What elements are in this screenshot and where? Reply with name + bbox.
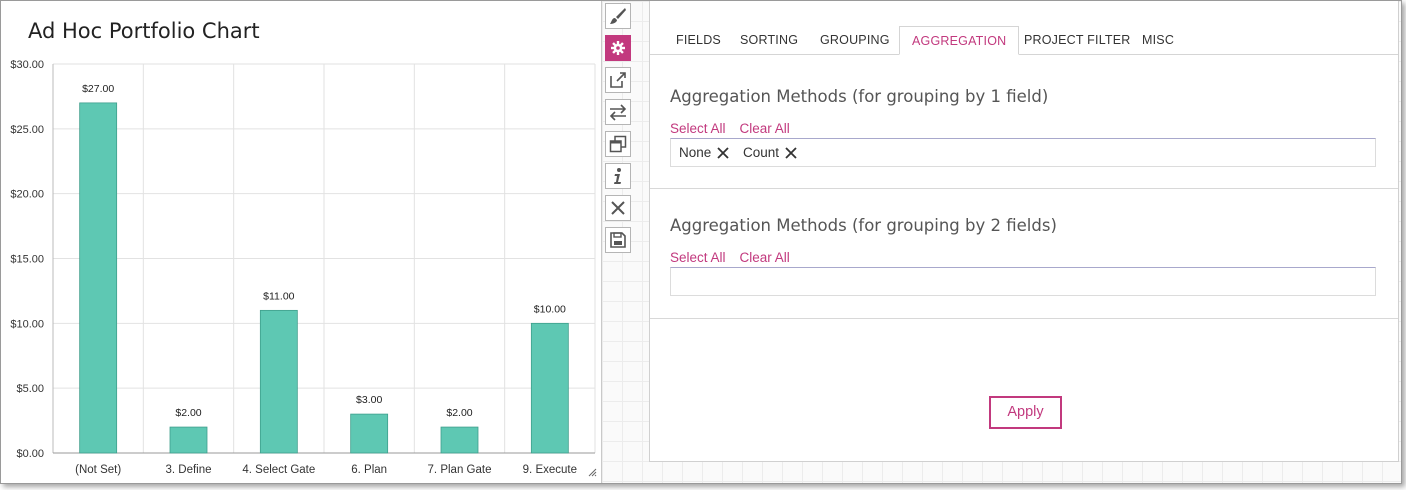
save-icon bbox=[610, 232, 626, 248]
clear-all-link[interactable]: Clear All bbox=[740, 250, 790, 265]
swap-icon bbox=[609, 104, 627, 121]
y-tick-label: $20.00 bbox=[10, 189, 44, 201]
close-icon bbox=[611, 201, 625, 215]
open-external-button[interactable] bbox=[605, 67, 631, 93]
bar-data-label: $2.00 bbox=[175, 407, 201, 419]
save-button[interactable] bbox=[605, 227, 631, 253]
copy-icon bbox=[609, 135, 627, 153]
bar-chart: $0.00 $5.00 $10.00 $15.00 $20.00 $25.00 $30.00… bbox=[10, 59, 596, 476]
tab-project-filter[interactable]: PROJECT FILTER bbox=[1012, 26, 1143, 53]
apply-button[interactable]: Apply bbox=[989, 396, 1062, 429]
bar-data-label: $2.00 bbox=[446, 407, 472, 419]
x-tick-label: 7. Plan Gate bbox=[428, 464, 492, 476]
y-tick-label: $5.00 bbox=[16, 383, 44, 395]
close-icon bbox=[717, 146, 729, 159]
x-tick-label: 3. Define bbox=[165, 464, 211, 476]
chart-bar bbox=[350, 413, 389, 454]
gear-icon bbox=[611, 41, 625, 55]
brush-icon bbox=[610, 8, 626, 24]
aggregation-tag-input-2[interactable] bbox=[670, 267, 1376, 296]
select-all-link[interactable]: Select All bbox=[670, 250, 726, 265]
y-tick-label: $10.00 bbox=[10, 318, 44, 330]
tab-fields[interactable]: FIELDS bbox=[664, 26, 733, 53]
remove-tag-count-button[interactable] bbox=[785, 146, 797, 159]
bar-data-label: $27.00 bbox=[82, 83, 114, 95]
section-title: Aggregation Methods (for grouping by 2 f… bbox=[670, 216, 1057, 235]
y-tick-label: $15.00 bbox=[10, 254, 44, 266]
x-tick-label: 6. Plan bbox=[351, 464, 387, 476]
x-tick-label: 4. Select Gate bbox=[242, 464, 315, 476]
chart-bar bbox=[530, 322, 569, 454]
tab-grouping[interactable]: GROUPING bbox=[808, 26, 902, 53]
y-tick-label: $25.00 bbox=[10, 124, 44, 136]
swap-button[interactable] bbox=[605, 99, 631, 125]
chart-panel: Ad Hoc Portfolio Chart $0.00 $5.00 $10.00 $… bbox=[1, 1, 602, 483]
chart-bar bbox=[169, 426, 208, 454]
clear-all-link[interactable]: Clear All bbox=[740, 121, 790, 136]
tag-none: None bbox=[679, 145, 729, 160]
selection-links: Select All Clear All bbox=[670, 121, 804, 136]
tab-aggregation[interactable]: AGGREGATION bbox=[899, 26, 1020, 55]
app-window: Ad Hoc Portfolio Chart $0.00 $5.00 $10.00 $… bbox=[0, 0, 1402, 484]
y-tick-label: $0.00 bbox=[16, 448, 44, 460]
remove-button[interactable] bbox=[605, 195, 631, 221]
info-icon bbox=[614, 168, 621, 184]
aggregation-tag-input[interactable]: None Count bbox=[670, 138, 1376, 167]
settings-button[interactable] bbox=[605, 35, 631, 61]
duplicate-button[interactable] bbox=[605, 131, 631, 157]
bar-data-label: $3.00 bbox=[356, 394, 382, 406]
external-link-icon bbox=[610, 72, 626, 88]
close-icon bbox=[785, 146, 797, 159]
tag-count: Count bbox=[743, 145, 797, 160]
tab-misc[interactable]: MISC bbox=[1130, 26, 1186, 53]
tag-label: None bbox=[679, 145, 712, 160]
selection-links: Select All Clear All bbox=[670, 250, 804, 265]
vertical-toolbar bbox=[605, 3, 633, 259]
chart-bar bbox=[440, 426, 479, 454]
x-tick-label: 9. Execute bbox=[523, 464, 577, 476]
chart-bar bbox=[259, 309, 298, 454]
remove-tag-none-button[interactable] bbox=[717, 146, 729, 159]
aggregation-section-1: Aggregation Methods (for grouping by 1 f… bbox=[650, 54, 1398, 189]
tab-sorting[interactable]: SORTING bbox=[728, 26, 810, 53]
section-title: Aggregation Methods (for grouping by 1 f… bbox=[670, 87, 1049, 106]
bar-data-label: $11.00 bbox=[263, 290, 294, 302]
bar-data-label: $10.00 bbox=[534, 303, 566, 315]
aggregation-section-2: Aggregation Methods (for grouping by 2 f… bbox=[650, 188, 1398, 319]
settings-panel: FIELDS SORTING GROUPING AGGREGATION PROJ… bbox=[649, 1, 1399, 462]
chart-bar bbox=[79, 102, 118, 454]
settings-tabs: FIELDS SORTING GROUPING AGGREGATION PROJ… bbox=[650, 26, 1398, 55]
info-button[interactable] bbox=[605, 163, 631, 189]
y-tick-label: $30.00 bbox=[10, 59, 44, 71]
tag-label: Count bbox=[743, 145, 780, 160]
resize-grip-icon[interactable] bbox=[587, 467, 597, 477]
brush-button[interactable] bbox=[605, 3, 631, 29]
x-tick-label: (Not Set) bbox=[75, 464, 121, 476]
select-all-link[interactable]: Select All bbox=[670, 121, 726, 136]
